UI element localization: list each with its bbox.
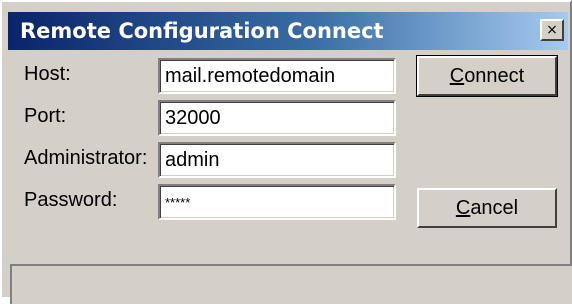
close-icon: × bbox=[546, 22, 558, 38]
title-bar[interactable]: Remote Configuration Connect × bbox=[8, 12, 568, 50]
close-button[interactable]: × bbox=[540, 19, 564, 41]
host-label: Host: bbox=[24, 63, 71, 85]
window-title: Remote Configuration Connect bbox=[20, 19, 384, 43]
host-input[interactable] bbox=[158, 58, 396, 94]
administrator-label: Administrator: bbox=[24, 147, 148, 169]
port-label: Port: bbox=[24, 105, 67, 127]
status-bar bbox=[10, 264, 572, 304]
administrator-input[interactable] bbox=[158, 142, 396, 178]
connect-label-rest: onnect bbox=[464, 65, 525, 87]
remote-config-dialog: Remote Configuration Connect × Host: Por… bbox=[0, 0, 572, 304]
password-input[interactable] bbox=[158, 184, 396, 220]
cancel-button[interactable]: Cancel bbox=[417, 188, 557, 228]
password-label: Password: bbox=[24, 189, 118, 211]
port-input[interactable] bbox=[158, 100, 396, 136]
connect-accelerator: C bbox=[449, 65, 465, 87]
cancel-accelerator: C bbox=[455, 197, 471, 219]
cancel-label-rest: ancel bbox=[470, 197, 519, 219]
connect-button[interactable]: Connect bbox=[416, 55, 558, 97]
